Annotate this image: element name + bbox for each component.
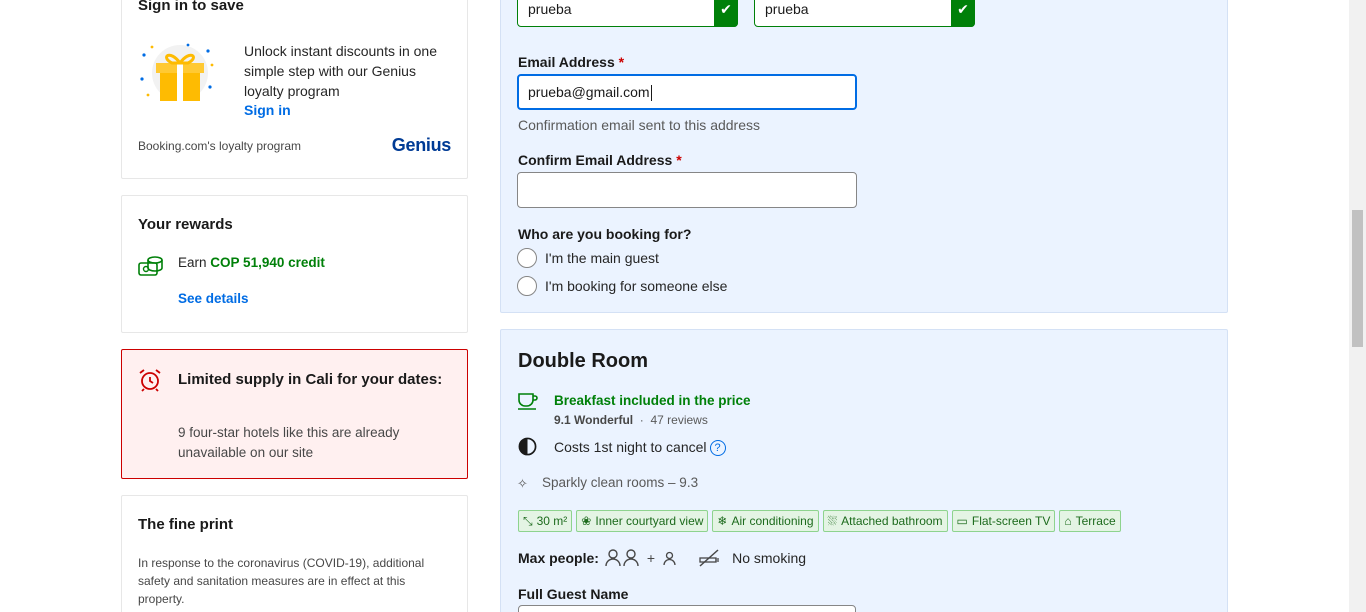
required-mark: * [676, 152, 682, 168]
email-value: prueba@gmail.com [528, 84, 650, 100]
max-people-row: Max people: + No smoking [518, 549, 806, 567]
facility-badge: ⤡ 30 m² [518, 510, 573, 532]
signin-title: Sign in to save [138, 0, 244, 14]
radio-someone-else[interactable]: I'm booking for someone else [517, 276, 727, 296]
snowflake-icon: ❄ [717, 514, 728, 528]
rating-score: 9.1 Wonderful [554, 413, 634, 427]
room-rating: 9.1 Wonderful · 47 reviews [554, 413, 708, 427]
child-icon [663, 551, 676, 565]
plus-sign: + [646, 550, 656, 566]
rewards-title: Your rewards [138, 216, 233, 233]
coffee-cup-icon [518, 393, 538, 410]
supply-title: Limited supply in Cali for your dates: [178, 371, 443, 388]
facility-label: 30 m² [536, 514, 568, 528]
text-caret [650, 85, 652, 102]
bathroom-icon: ⛆ [827, 513, 838, 528]
facility-label: Air conditioning [731, 514, 814, 528]
room-title: Double Room [518, 350, 648, 372]
facility-badge: ⌂ Terrace [1059, 510, 1121, 532]
rating-separator: · [639, 413, 644, 427]
limited-supply-alert: Limited supply in Cali for your dates: 9… [121, 349, 468, 479]
no-smoking-icon [699, 549, 719, 567]
scrollbar-thumb[interactable] [1352, 210, 1363, 347]
fine-print-title: The fine print [138, 516, 233, 533]
gift-icon [140, 43, 214, 101]
facility-badge: ▭ Flat-screen TV [951, 510, 1056, 532]
radio-main-guest[interactable]: I'm the main guest [517, 248, 659, 268]
full-guest-name-label: Full Guest Name [518, 586, 629, 602]
confirm-email-label: Confirm Email Address * [518, 152, 682, 168]
confirm-email-input[interactable] [517, 172, 857, 208]
help-icon[interactable]: ? [709, 440, 726, 457]
guest-details-form: prueba ✔ prueba ✔ Email Address * prueba… [500, 0, 1228, 313]
breakfast-included: Breakfast included in the price [554, 393, 751, 408]
rewards-amount: COP 51,940 credit [210, 255, 325, 270]
facility-badges: ⤡ 30 m² ❀ Inner courtyard view ❄ Air condit… [518, 510, 1121, 532]
required-mark: * [618, 54, 625, 70]
email-label-text: Email Address [518, 54, 615, 70]
occupancy-icons: + [605, 549, 676, 567]
tv-icon: ▭ [956, 514, 968, 528]
review-count: 47 reviews [650, 413, 708, 427]
supply-text: 9 four-star hotels like this are already… [178, 425, 400, 460]
room-details-panel: Double Room Breakfast included in the pr… [500, 329, 1228, 612]
first-name-input[interactable]: prueba ✔ [517, 0, 738, 27]
facility-badge: ❄ Air conditioning [712, 510, 819, 532]
cancellation-policy: Costs 1st night to cancel? [554, 439, 726, 457]
adult-icon [623, 549, 639, 567]
adult-icon [605, 549, 621, 567]
last-name-value: prueba [765, 1, 809, 17]
cancellation-text: Costs 1st night to cancel [554, 439, 707, 455]
signin-description: Unlock instant discounts in one simple s… [244, 43, 437, 99]
facility-label: Terrace [1075, 514, 1116, 528]
valid-check-icon: ✔ [714, 0, 738, 27]
facility-label: Flat-screen TV [971, 514, 1051, 528]
rewards-earn-text: Earn COP 51,940 credit [178, 255, 325, 270]
courtyard-icon: ❀ [581, 514, 592, 528]
fine-print-card: The fine print In response to the corona… [121, 495, 468, 612]
email-helper: Confirmation email sent to this address [518, 117, 760, 133]
half-circle-icon [518, 437, 537, 456]
terrace-icon: ⌂ [1064, 514, 1072, 528]
facility-badge: ⛆ Attached bathroom [822, 510, 948, 532]
valid-check-icon: ✔ [951, 0, 975, 27]
signin-card: Sign in to save Unlock instant discounts… [121, 0, 468, 179]
facility-label: Inner courtyard view [595, 514, 704, 528]
rewards-card: Your rewards Earn COP 51,940 credit See … [121, 195, 468, 333]
facility-badge: ❀ Inner courtyard view [576, 510, 709, 532]
see-details-link[interactable]: See details [178, 291, 249, 306]
rewards-earn-prefix: Earn [178, 255, 207, 270]
booking-page: Sign in to save Unlock instant discounts… [0, 0, 1366, 612]
page-scrollbar[interactable] [1349, 0, 1366, 612]
facility-label: Attached bathroom [841, 514, 943, 528]
credit-coins-icon [138, 256, 163, 276]
full-guest-name-input[interactable] [518, 605, 856, 612]
loyalty-caption: Booking.com's loyalty program [138, 139, 302, 153]
confirm-email-label-text: Confirm Email Address [518, 152, 673, 168]
size-icon: ⤡ [523, 513, 533, 528]
signin-link[interactable]: Sign in [244, 102, 291, 118]
first-name-value: prueba [528, 1, 572, 17]
alarm-clock-icon [139, 369, 161, 392]
fine-print-text: In response to the coronavirus (COVID-19… [138, 556, 425, 606]
sparkle-icon: ✧ [517, 476, 528, 491]
booking-for-label: Who are you booking for? [518, 226, 692, 242]
radio-someone-else-label: I'm booking for someone else [545, 278, 728, 294]
radio-circle[interactable] [517, 276, 537, 296]
last-name-input[interactable]: prueba ✔ [754, 0, 975, 27]
genius-logo: Genius [391, 135, 452, 155]
clean-rooms-score: Sparkly clean rooms – 9.3 [542, 475, 699, 490]
radio-circle[interactable] [517, 248, 537, 268]
no-smoking-label: No smoking [732, 550, 807, 566]
radio-main-guest-label: I'm the main guest [545, 250, 659, 266]
email-input[interactable]: prueba@gmail.com [517, 74, 857, 110]
email-label: Email Address * [518, 54, 624, 70]
max-people-label: Max people: [518, 550, 599, 566]
